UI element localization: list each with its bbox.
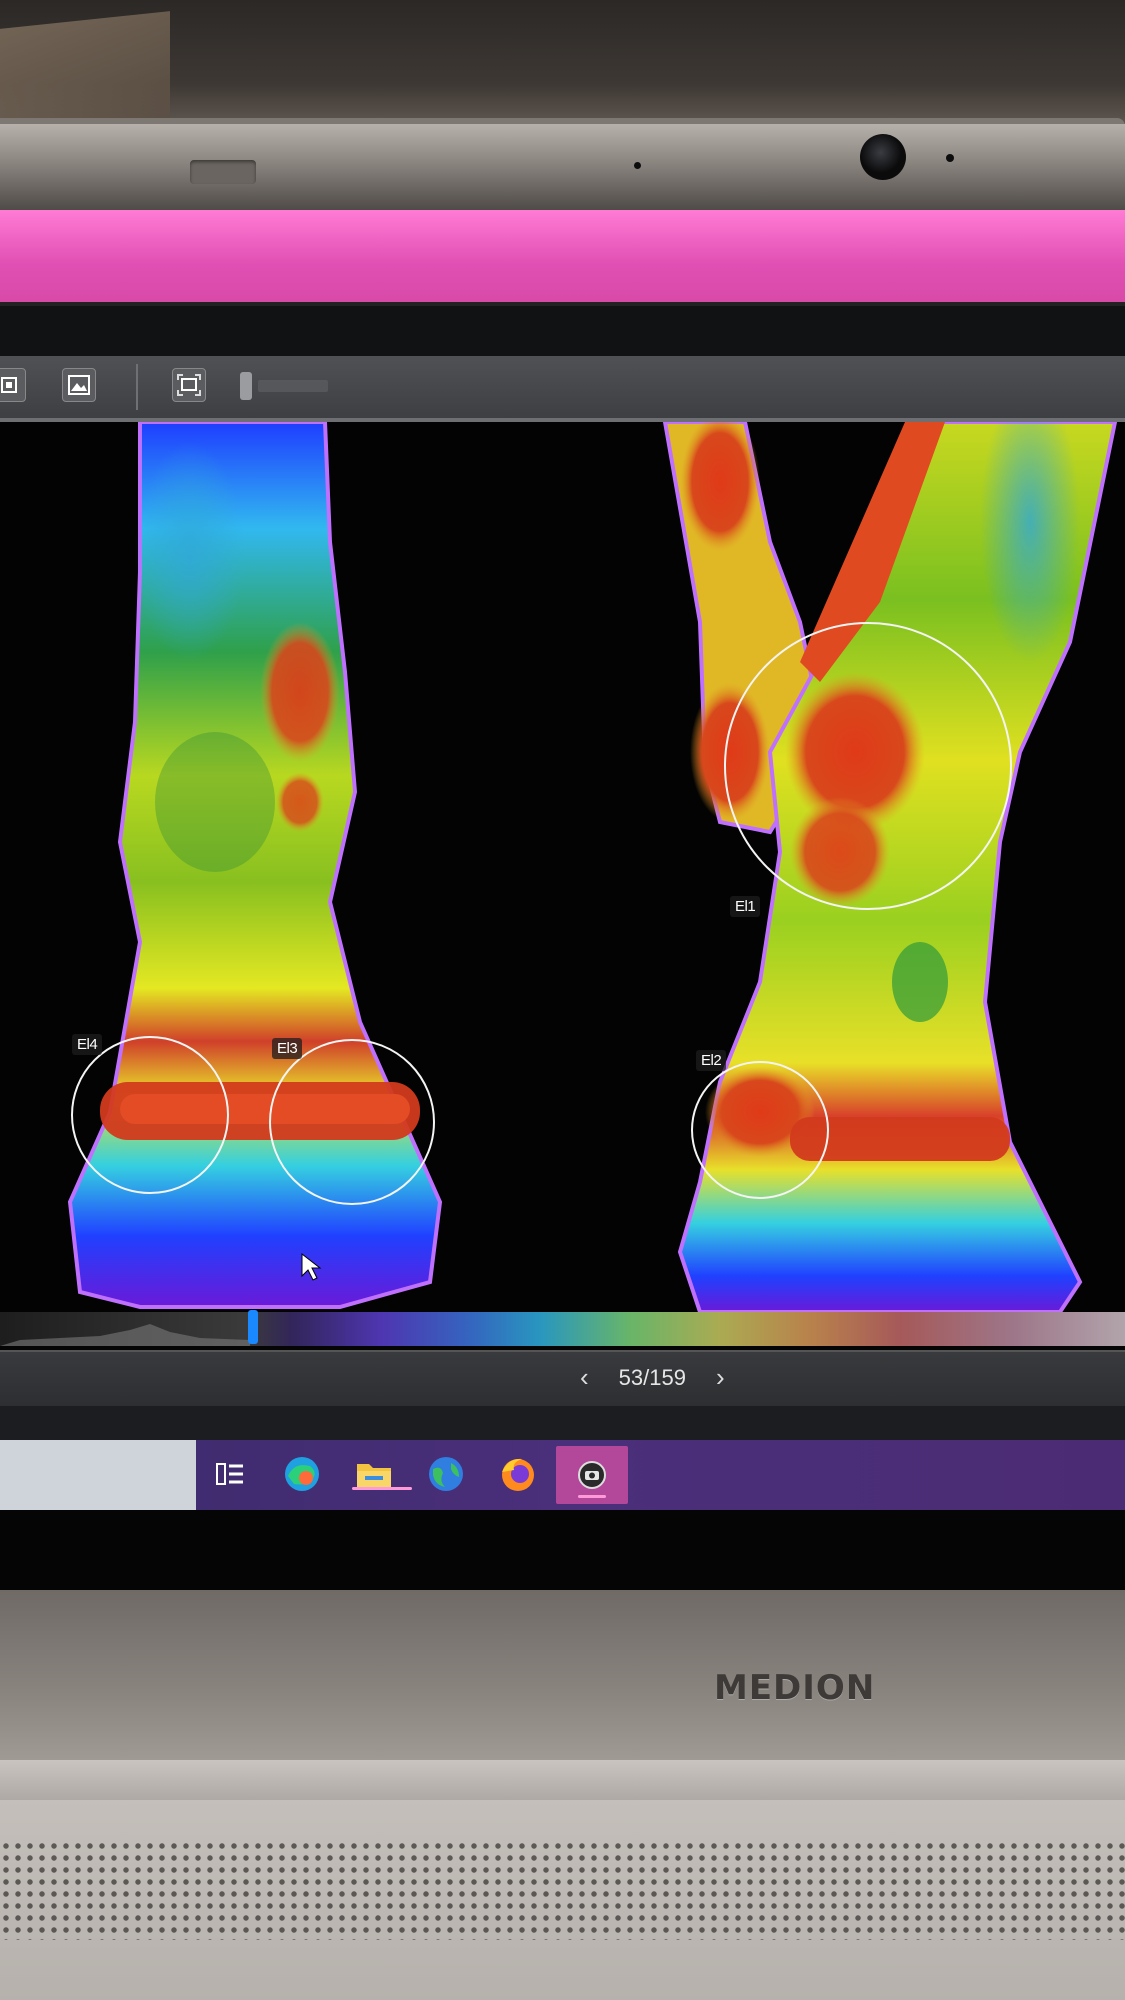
active-app-indicator: [578, 1495, 606, 1498]
zoom-slider-track[interactable]: [258, 380, 328, 392]
sensor-dot: [634, 162, 641, 169]
laptop-screen: El1 El2 El3 El4 ‹ 53/159 ›: [0, 210, 1125, 1590]
histogram: [0, 1324, 250, 1346]
roi-label-el2: El2: [696, 1050, 727, 1071]
fit-screen-icon[interactable]: [172, 368, 206, 402]
chevron-left-icon[interactable]: ‹: [580, 1362, 589, 1393]
square-view-icon[interactable]: [0, 368, 26, 402]
brand-logo: MEDION: [714, 1668, 876, 1708]
slider-handle-icon[interactable]: [240, 372, 252, 400]
roi-label-el3: El3: [272, 1038, 303, 1059]
chevron-right-icon[interactable]: ›: [716, 1362, 725, 1393]
bezel-clip: [190, 160, 256, 184]
toolbar-separator: [136, 364, 138, 410]
window-title-bar[interactable]: [0, 210, 1125, 302]
image-pager-bar: ‹ 53/159 ›: [0, 1350, 1125, 1408]
roi-label-el4: El4: [72, 1034, 103, 1055]
globe-browser-icon[interactable]: [424, 1452, 468, 1496]
taskbar-search-area[interactable]: [0, 1440, 196, 1510]
image-counter: 53/159: [618, 1364, 686, 1390]
firefox-icon[interactable]: [496, 1452, 540, 1496]
camera-led: [946, 154, 954, 162]
menu-area: [0, 306, 1125, 356]
thermal-camera-app-icon[interactable]: [556, 1446, 628, 1504]
viewer-toolbar: [0, 356, 1125, 422]
laptop-bezel-top: [0, 124, 1125, 214]
palette-range-handle[interactable]: [248, 1310, 258, 1344]
status-strip: [0, 1406, 1125, 1440]
active-app-indicator: [352, 1487, 412, 1490]
image-pager: ‹ 53/159 ›: [580, 1362, 725, 1393]
thermal-image-viewport[interactable]: El1 El2 El3 El4: [0, 422, 1125, 1312]
file-explorer-icon[interactable]: [352, 1452, 412, 1496]
thermal-image: [67, 422, 1118, 1312]
left-hoof-thermal: [67, 422, 443, 1309]
edge-icon[interactable]: [280, 1452, 324, 1496]
speaker-grille: [0, 1840, 1125, 1940]
laptop-hinge: [0, 1760, 1125, 1800]
roi-label-el1: El1: [730, 896, 761, 917]
laptop-bottom-bezel: [0, 1590, 1125, 1760]
image-mountain-icon[interactable]: [62, 368, 96, 402]
windows-taskbar: [0, 1440, 1125, 1510]
task-view-icon[interactable]: [208, 1452, 252, 1496]
webcam-icon: [860, 134, 906, 180]
